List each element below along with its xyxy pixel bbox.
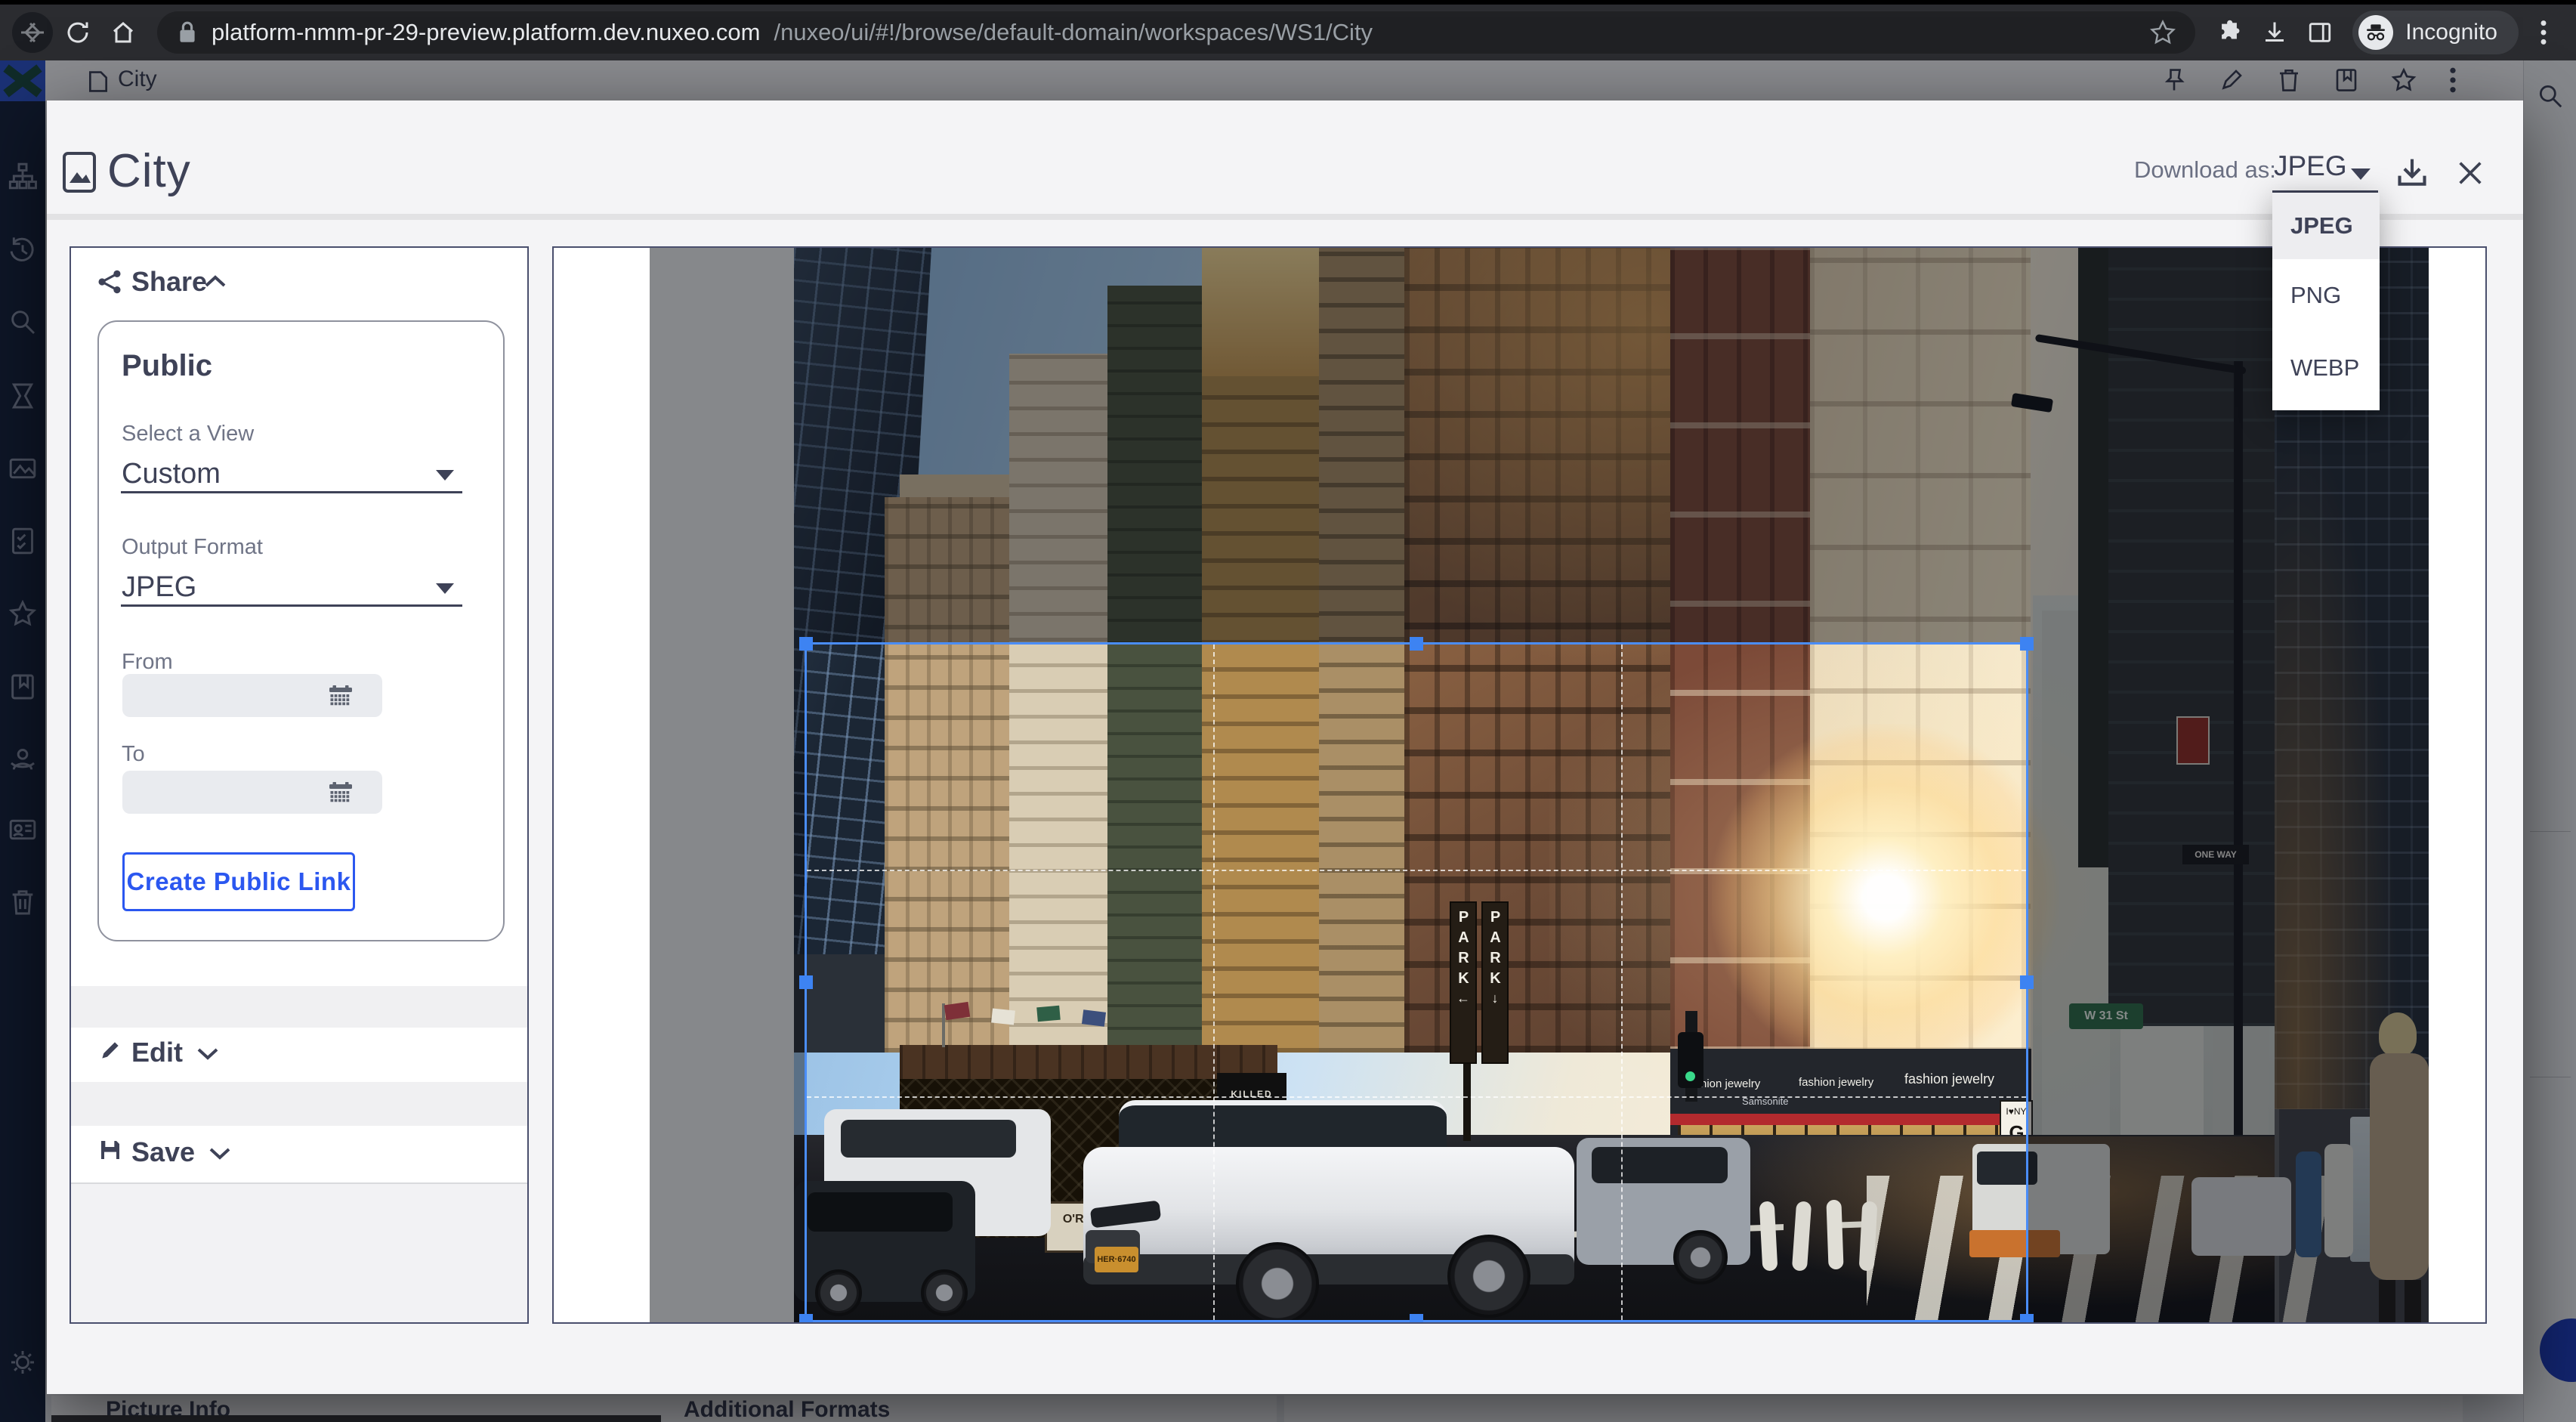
image-icon bbox=[62, 151, 97, 193]
download-as-label: Download as: bbox=[2134, 156, 2276, 184]
create-public-link-button[interactable]: Create Public Link bbox=[122, 852, 355, 911]
crop-grid-line bbox=[807, 1096, 2026, 1098]
lock-icon bbox=[177, 20, 198, 45]
incognito-label: Incognito bbox=[2405, 20, 2497, 45]
crop-handle-nw[interactable] bbox=[799, 637, 813, 651]
to-label: To bbox=[122, 742, 145, 767]
url-path: /nuxeo/ui/#!/browse/default-domain/works… bbox=[774, 19, 2136, 46]
select-caret-icon bbox=[2351, 168, 2371, 180]
home-icon[interactable] bbox=[103, 12, 144, 53]
share-header-label: Share bbox=[131, 266, 207, 298]
section-gap bbox=[71, 1082, 527, 1126]
select-caret-icon bbox=[436, 583, 454, 594]
save-floppy-icon bbox=[98, 1138, 122, 1162]
chevron-down-icon bbox=[208, 1145, 231, 1161]
menu-item-jpeg[interactable]: JPEG bbox=[2272, 193, 2380, 259]
crop-handle-w[interactable] bbox=[799, 975, 813, 989]
crop-handle-se[interactable] bbox=[2020, 1314, 2034, 1322]
crop-dim-top bbox=[794, 248, 2429, 642]
field-underline bbox=[121, 491, 462, 493]
field-underline bbox=[121, 604, 462, 607]
photo-preview: ONE WAY W 31 St fashion jewelry fashion … bbox=[794, 248, 2429, 1322]
select-view-value[interactable]: Custom bbox=[122, 458, 221, 490]
output-format-label: Output Format bbox=[122, 535, 263, 560]
close-icon[interactable] bbox=[2455, 158, 2485, 188]
public-share-card: Public Select a View Custom Output Forma… bbox=[97, 320, 505, 941]
format-dropdown-menu: JPEG PNG WEBP bbox=[2272, 193, 2380, 410]
crop-grid-line bbox=[1621, 645, 1623, 1320]
menu-item-webp[interactable]: WEBP bbox=[2272, 332, 2380, 404]
actions-panel: Share Public Select a View Custom Output… bbox=[69, 246, 529, 1324]
crop-handle-sw[interactable] bbox=[799, 1314, 813, 1322]
side-panel-icon[interactable] bbox=[2300, 12, 2340, 53]
section-gap bbox=[71, 986, 527, 1028]
bookmark-star-icon[interactable] bbox=[2150, 20, 2176, 45]
chevron-up-icon bbox=[204, 274, 227, 289]
share-icon bbox=[97, 269, 122, 295]
crop-handle-n[interactable] bbox=[1410, 637, 1423, 651]
dialog-title: City bbox=[107, 144, 191, 198]
crop-selection[interactable] bbox=[805, 642, 2028, 1322]
calendar-icon[interactable] bbox=[327, 683, 354, 710]
incognito-icon bbox=[2358, 15, 2393, 50]
select-view-label: Select a View bbox=[122, 422, 254, 447]
from-label: From bbox=[122, 650, 173, 675]
card-title: Public bbox=[122, 349, 212, 383]
crop-grid-line bbox=[807, 870, 2026, 871]
extensions-icon[interactable] bbox=[2209, 12, 2250, 53]
chevron-down-icon bbox=[196, 1046, 219, 1061]
crop-handle-s[interactable] bbox=[1410, 1314, 1423, 1322]
edit-header-label: Edit bbox=[131, 1037, 183, 1068]
crop-dim-right bbox=[2028, 642, 2429, 1322]
pencil-icon bbox=[98, 1038, 122, 1062]
calendar-icon[interactable] bbox=[327, 780, 354, 807]
download-icon[interactable] bbox=[2395, 155, 2429, 191]
crop-grid-line bbox=[1213, 645, 1215, 1320]
header-divider bbox=[47, 214, 2523, 220]
menu-item-png[interactable]: PNG bbox=[2272, 259, 2380, 332]
viewer-stage: ONE WAY W 31 St fashion jewelry fashion … bbox=[650, 248, 2392, 1322]
section-gap bbox=[71, 1184, 527, 1322]
forward-icon[interactable] bbox=[12, 12, 53, 53]
select-caret-icon bbox=[436, 470, 454, 481]
url-bar[interactable]: platform-nmm-pr-29-preview.platform.dev.… bbox=[157, 11, 2195, 54]
crop-handle-ne[interactable] bbox=[2020, 637, 2034, 651]
incognito-badge[interactable]: Incognito bbox=[2352, 11, 2519, 54]
reload-icon[interactable] bbox=[57, 12, 98, 53]
preview-dialog: City Download as: JPEG JPEG PNG WEBP Sha… bbox=[47, 100, 2523, 1394]
output-format-value[interactable]: JPEG bbox=[122, 571, 196, 604]
browser-menu-icon[interactable] bbox=[2523, 12, 2564, 53]
image-viewer: ONE WAY W 31 St fashion jewelry fashion … bbox=[552, 246, 2487, 1324]
browser-toolbar: platform-nmm-pr-29-preview.platform.dev.… bbox=[0, 0, 2576, 60]
crop-handle-e[interactable] bbox=[2020, 975, 2034, 989]
screen: platform-nmm-pr-29-preview.platform.dev.… bbox=[0, 0, 2576, 1422]
url-domain: platform-nmm-pr-29-preview.platform.dev.… bbox=[212, 19, 760, 46]
save-header-label: Save bbox=[131, 1136, 195, 1168]
downloads-icon[interactable] bbox=[2254, 12, 2295, 53]
